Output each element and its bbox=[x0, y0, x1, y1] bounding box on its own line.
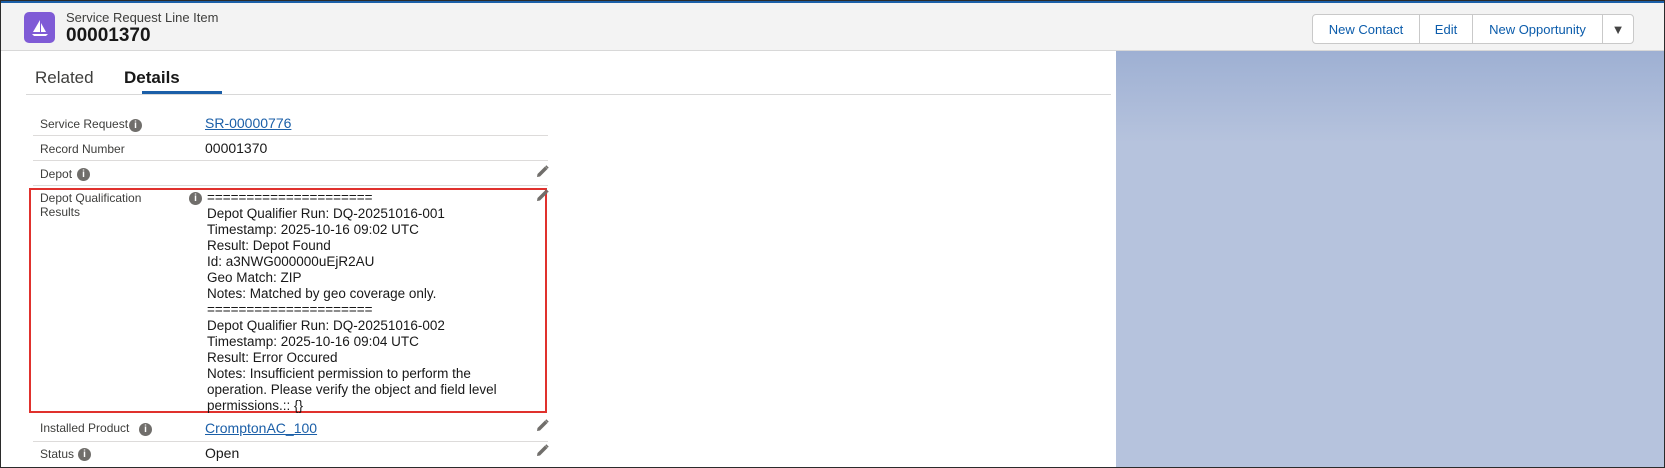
field-label: Depot Qualification Results bbox=[40, 191, 142, 219]
header-button-group: New Contact Edit New Opportunity ▼ bbox=[1312, 14, 1634, 44]
edit-pencil-icon[interactable] bbox=[536, 189, 549, 202]
field-label: Record Number bbox=[40, 142, 125, 156]
field-label: Depot bbox=[40, 167, 73, 181]
field-status: Status i Open bbox=[33, 442, 549, 466]
field-record-number: Record Number 00001370 bbox=[33, 136, 548, 161]
field-label: Status bbox=[40, 447, 75, 461]
field-value: 00001370 bbox=[205, 140, 268, 156]
field-installed-product: Installed Product i CromptonAC_100 bbox=[33, 417, 549, 442]
record-page: Service Request Line Item 00001370 New C… bbox=[0, 0, 1665, 468]
new-opportunity-button[interactable]: New Opportunity bbox=[1472, 14, 1603, 44]
tab-related[interactable]: Related bbox=[35, 68, 94, 88]
background-pattern bbox=[1116, 51, 1664, 143]
field-depot: Depot i bbox=[33, 161, 549, 186]
background-panel bbox=[1116, 51, 1664, 467]
installed-product-link[interactable]: CromptonAC_100 bbox=[205, 420, 317, 436]
info-icon[interactable]: i bbox=[139, 423, 152, 436]
sailboat-icon bbox=[24, 12, 55, 43]
tab-bar: Related Details bbox=[7, 51, 1116, 95]
edit-pencil-icon[interactable] bbox=[536, 444, 549, 457]
field-label: Installed Product bbox=[40, 421, 130, 435]
info-icon[interactable]: i bbox=[78, 448, 91, 461]
more-actions-dropdown-icon[interactable]: ▼ bbox=[1602, 14, 1634, 44]
record-header: Service Request Line Item 00001370 New C… bbox=[1, 3, 1664, 51]
info-icon[interactable]: i bbox=[77, 168, 90, 181]
edit-button[interactable]: Edit bbox=[1419, 14, 1473, 44]
info-icon[interactable]: i bbox=[129, 119, 142, 132]
info-icon[interactable]: i bbox=[189, 192, 202, 205]
tab-details[interactable]: Details bbox=[124, 68, 180, 88]
field-label: Service Request bbox=[40, 117, 129, 131]
tab-divider bbox=[26, 94, 1111, 95]
field-value: Open bbox=[205, 445, 240, 461]
depot-qualification-results-value: ===================== Depot Qualifier Ru… bbox=[207, 190, 497, 413]
record-title: 00001370 bbox=[66, 25, 151, 46]
edit-pencil-icon[interactable] bbox=[536, 165, 549, 178]
field-service-request: Service Request i SR-00000776 bbox=[33, 110, 548, 136]
object-type-label: Service Request Line Item bbox=[66, 10, 219, 25]
service-request-link[interactable]: SR-00000776 bbox=[205, 115, 291, 131]
edit-pencil-icon[interactable] bbox=[536, 419, 549, 432]
new-contact-button[interactable]: New Contact bbox=[1312, 14, 1420, 44]
